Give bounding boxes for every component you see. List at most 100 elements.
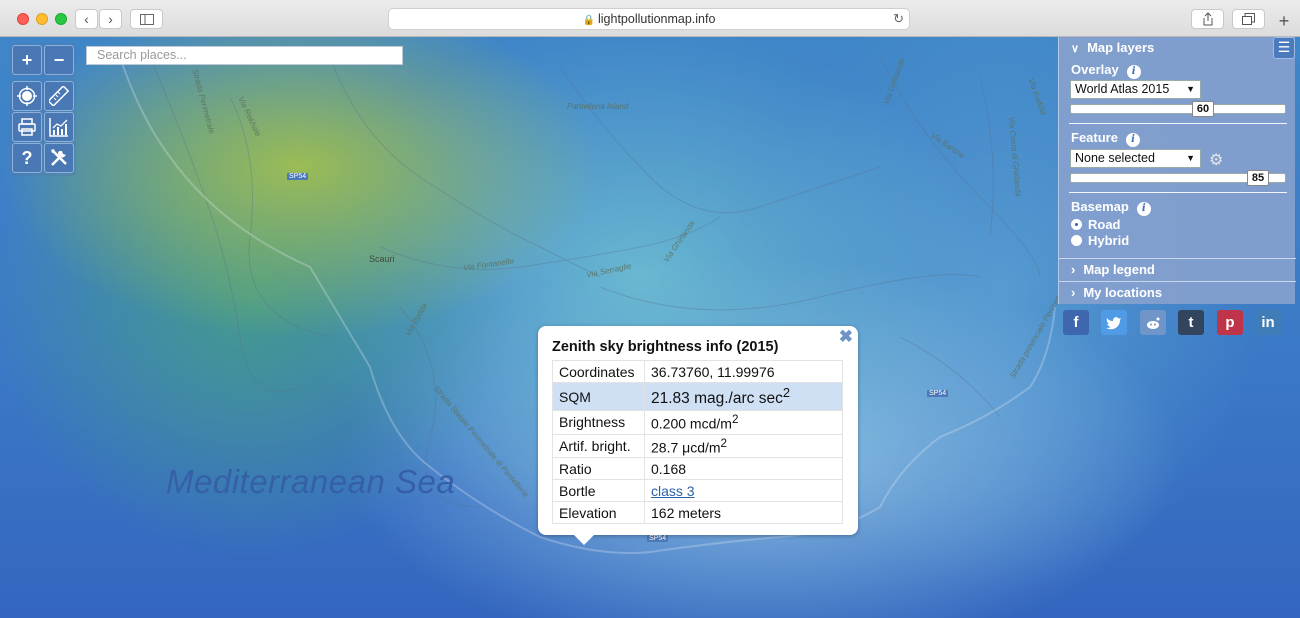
row-key: Coordinates (552, 360, 645, 383)
address-bar[interactable]: 🔒 lightpollutionmap.info ↻ (388, 8, 910, 30)
overlay-label: Overlay (1071, 62, 1119, 77)
ruler-icon (47, 85, 70, 107)
info-icon[interactable]: i (1136, 202, 1151, 216)
row-value: class 3 (644, 479, 843, 503)
back-button[interactable]: ‹ (75, 9, 98, 29)
crosshair-icon (17, 86, 37, 106)
road-shield: SP54 (287, 173, 309, 180)
facebook-button[interactable]: f (1063, 310, 1089, 335)
gear-icon[interactable]: ⚙ (1209, 150, 1223, 170)
island-label: Pantelleria Island (567, 102, 629, 111)
info-icon[interactable]: i (1125, 133, 1140, 147)
basemap-road-radio[interactable]: Road (1071, 217, 1121, 232)
chevron-left-icon: ‹ (84, 11, 89, 27)
fullscreen-window-button[interactable] (55, 13, 67, 25)
measure-button[interactable] (44, 81, 74, 111)
new-tab-button[interactable]: + (1274, 12, 1294, 32)
minimize-window-button[interactable] (36, 13, 48, 25)
zoom-out-button[interactable]: − (44, 45, 74, 75)
pinterest-button[interactable]: p (1217, 310, 1243, 335)
map-layers-header[interactable]: ∨ Map layers (1071, 40, 1154, 55)
map-legend-header[interactable]: › Map legend (1059, 258, 1296, 280)
search-input[interactable]: Search places... (86, 46, 403, 65)
brightness-value: 0.200 mcd/m (651, 415, 732, 432)
feature-opacity-thumb[interactable]: 85 (1247, 170, 1269, 186)
bortle-class-link[interactable]: class 3 (651, 483, 695, 499)
menu-button[interactable]: ☰ (1273, 37, 1295, 59)
sidebar-icon (139, 14, 154, 25)
brightness-table: Coordinates 36.73760, 11.99976 SQM 21.83 m… (552, 360, 843, 525)
reload-icon[interactable]: ↻ (893, 9, 904, 29)
row-value: 162 meters (644, 501, 843, 525)
print-button[interactable] (12, 112, 42, 142)
zoom-in-button[interactable]: + (12, 45, 42, 75)
chevron-down-icon: ∨ (1071, 43, 1080, 55)
locate-button[interactable] (12, 81, 42, 111)
twitter-button[interactable] (1101, 310, 1127, 335)
popup-title: Zenith sky brightness info (2015) (552, 339, 779, 355)
tumblr-button[interactable]: t (1178, 310, 1204, 335)
row-key: Brightness (552, 410, 645, 435)
close-window-button[interactable] (17, 13, 29, 25)
chevron-right-icon: › (1071, 285, 1076, 300)
twitter-icon (1106, 317, 1121, 330)
sea-label: Mediterranean Sea (166, 463, 456, 500)
table-row: Artif. bright. 28.7 μcd/m2 (552, 433, 843, 459)
linkedin-button[interactable]: in (1255, 310, 1281, 335)
linkedin-icon: in (1261, 314, 1275, 331)
dropdown-arrow-icon: ▼ (1186, 153, 1195, 163)
unit-exponent: 2 (731, 413, 739, 427)
hamburger-icon: ☰ (1277, 39, 1291, 55)
share-button[interactable] (1191, 9, 1224, 29)
sky-brightness-popup: ✖ Zenith sky brightness info (2015) Coor… (538, 326, 858, 545)
basemap-label: Basemap (1071, 199, 1129, 214)
row-value: 36.73760, 11.99976 (644, 360, 843, 383)
info-icon[interactable]: i (1126, 65, 1141, 79)
artif-bright-value: 28.7 μcd/m (651, 439, 721, 456)
close-icon[interactable]: ✖ (839, 327, 853, 347)
feature-heading: Feature i (1071, 130, 1140, 147)
my-locations-header[interactable]: › My locations (1059, 281, 1296, 303)
feature-select[interactable]: None selected ▼ (1070, 149, 1201, 168)
feature-label: Feature (1071, 130, 1118, 145)
map-legend-title: Map legend (1083, 262, 1155, 277)
lock-icon: 🔒 (582, 15, 595, 26)
plus-icon: + (1278, 11, 1290, 31)
overlay-opacity-slider[interactable]: 60 (1070, 101, 1286, 117)
feature-value: None selected (1075, 151, 1155, 165)
forward-button[interactable]: › (99, 9, 122, 29)
basemap-hybrid-label: Hybrid (1088, 233, 1130, 248)
reddit-button[interactable] (1140, 310, 1166, 335)
row-key: Ratio (552, 457, 645, 481)
sqm-value: 21.83 mag./arc sec (651, 390, 783, 408)
feature-opacity-slider[interactable]: 85 (1070, 170, 1286, 186)
browser-toolbar: ‹ › 🔒 lightpollutionmap.info ↻ + (0, 0, 1300, 37)
table-row: Brightness 0.200 mcd/m2 (552, 410, 843, 435)
tab-overview-button[interactable] (1232, 9, 1265, 29)
help-button[interactable]: ? (12, 143, 42, 173)
pinterest-icon: p (1225, 314, 1235, 331)
town-label: Scauri (369, 254, 395, 264)
map-layers-panel: ∨ Map layers Overlay i World Atlas 2015 ▼ 6… (1058, 37, 1296, 304)
tools-button[interactable] (44, 143, 74, 173)
statistics-button[interactable] (44, 112, 74, 142)
overlay-select[interactable]: World Atlas 2015 ▼ (1070, 80, 1201, 99)
radio-unselected-icon (1071, 235, 1082, 246)
table-row: Elevation 162 meters (552, 501, 843, 525)
sidebar-toggle-button[interactable] (130, 9, 163, 29)
row-value: 0.200 mcd/m2 (644, 410, 843, 435)
table-row: Bortle class 3 (552, 479, 843, 503)
table-row: Coordinates 36.73760, 11.99976 (552, 360, 843, 383)
row-key: SQM (552, 381, 645, 412)
row-value: 0.168 (644, 457, 843, 481)
reddit-icon (1147, 317, 1160, 329)
facebook-icon: f (1073, 314, 1079, 331)
url-text: lightpollutionmap.info (598, 12, 716, 26)
basemap-hybrid-radio[interactable]: Hybrid (1071, 233, 1129, 248)
dropdown-arrow-icon: ▼ (1186, 84, 1195, 94)
basemap-road-label: Road (1088, 217, 1121, 232)
overlay-opacity-thumb[interactable]: 60 (1192, 101, 1214, 117)
chart-icon (49, 118, 68, 137)
printer-icon (18, 118, 36, 136)
row-key: Elevation (552, 501, 645, 525)
